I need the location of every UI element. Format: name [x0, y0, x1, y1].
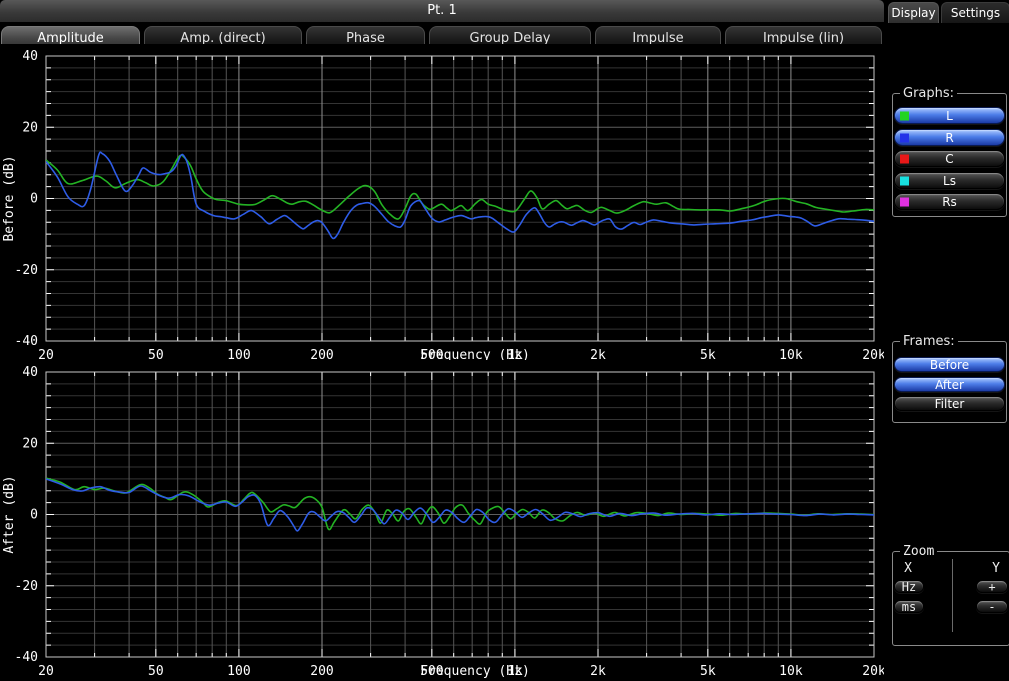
- svg-text:40: 40: [22, 49, 38, 64]
- svg-text:0: 0: [30, 192, 38, 207]
- channel-button-label: R: [945, 131, 953, 145]
- svg-text:20k: 20k: [862, 664, 884, 679]
- channel-button-rs[interactable]: Rs: [894, 193, 1005, 210]
- after-amplitude-chart: 40200-20-4020501002005001k2k5k10k20kFreq…: [0, 360, 884, 681]
- channel-button-c[interactable]: C: [894, 150, 1005, 167]
- svg-text:20: 20: [22, 120, 38, 135]
- svg-text:100: 100: [227, 348, 250, 360]
- svg-text:20: 20: [22, 436, 38, 451]
- svg-text:200: 200: [310, 664, 333, 679]
- svg-text:10k: 10k: [779, 664, 803, 679]
- svg-text:50: 50: [148, 664, 164, 679]
- svg-text:2k: 2k: [590, 348, 606, 360]
- svg-text:-20: -20: [15, 579, 38, 594]
- svg-text:200: 200: [310, 348, 333, 360]
- channel-button-ls[interactable]: Ls: [894, 172, 1005, 189]
- graphs-label: Graphs:: [900, 86, 957, 101]
- svg-text:-40: -40: [15, 650, 38, 665]
- channel-button-r[interactable]: R: [894, 129, 1005, 146]
- svg-text:100: 100: [227, 664, 250, 679]
- zoom-x-label: X: [900, 561, 916, 576]
- frame-button-filter[interactable]: Filter: [894, 396, 1005, 411]
- frame-button-before[interactable]: Before: [894, 357, 1005, 372]
- svg-text:Before (dB): Before (dB): [2, 155, 17, 241]
- tab-display[interactable]: Display: [888, 2, 939, 23]
- svg-text:20k: 20k: [862, 348, 884, 360]
- svg-text:0: 0: [30, 508, 38, 523]
- frames-label: Frames:: [900, 334, 958, 349]
- channel-button-label: C: [945, 152, 953, 166]
- svg-text:Frequency (Hz): Frequency (Hz): [420, 664, 530, 679]
- svg-text:-40: -40: [15, 334, 38, 349]
- svg-text:5k: 5k: [700, 664, 716, 679]
- zoom-label: Zoom: [900, 544, 937, 559]
- zoom-x-ms-button[interactable]: ms: [894, 600, 924, 613]
- channel-button-label: Ls: [943, 174, 956, 188]
- zoom-in-button[interactable]: +: [976, 580, 1008, 593]
- zoom-divider: [952, 559, 953, 632]
- channel-color-swatch: [900, 111, 909, 120]
- channel-color-swatch: [900, 154, 909, 163]
- zoom-out-button[interactable]: -: [976, 600, 1008, 613]
- svg-text:2k: 2k: [590, 664, 606, 679]
- tab-settings[interactable]: Settings: [941, 2, 1009, 23]
- page-title: Pt. 1: [427, 3, 456, 18]
- channel-button-label: L: [946, 109, 953, 123]
- channel-button-label: Rs: [942, 195, 957, 209]
- channel-color-swatch: [900, 197, 909, 206]
- frame-button-after[interactable]: After: [894, 377, 1005, 392]
- svg-text:50: 50: [148, 348, 164, 360]
- svg-text:After (dB): After (dB): [2, 475, 17, 553]
- zoom-x-hz-button[interactable]: Hz: [894, 580, 924, 593]
- zoom-y-label: Y: [988, 561, 1004, 576]
- svg-text:-20: -20: [15, 263, 38, 278]
- channel-color-swatch: [900, 133, 909, 142]
- svg-text:40: 40: [22, 365, 38, 380]
- window-titlebar: Pt. 1: [0, 0, 884, 22]
- svg-text:5k: 5k: [700, 348, 716, 360]
- svg-text:Frequency (Hz): Frequency (Hz): [420, 348, 530, 360]
- channel-color-swatch: [900, 176, 909, 185]
- before-amplitude-chart: 40200-20-4020501002005001k2k5k10k20kFreq…: [0, 44, 884, 360]
- svg-text:20: 20: [38, 348, 54, 360]
- svg-text:10k: 10k: [779, 348, 803, 360]
- channel-button-l[interactable]: L: [894, 107, 1005, 124]
- svg-text:20: 20: [38, 664, 54, 679]
